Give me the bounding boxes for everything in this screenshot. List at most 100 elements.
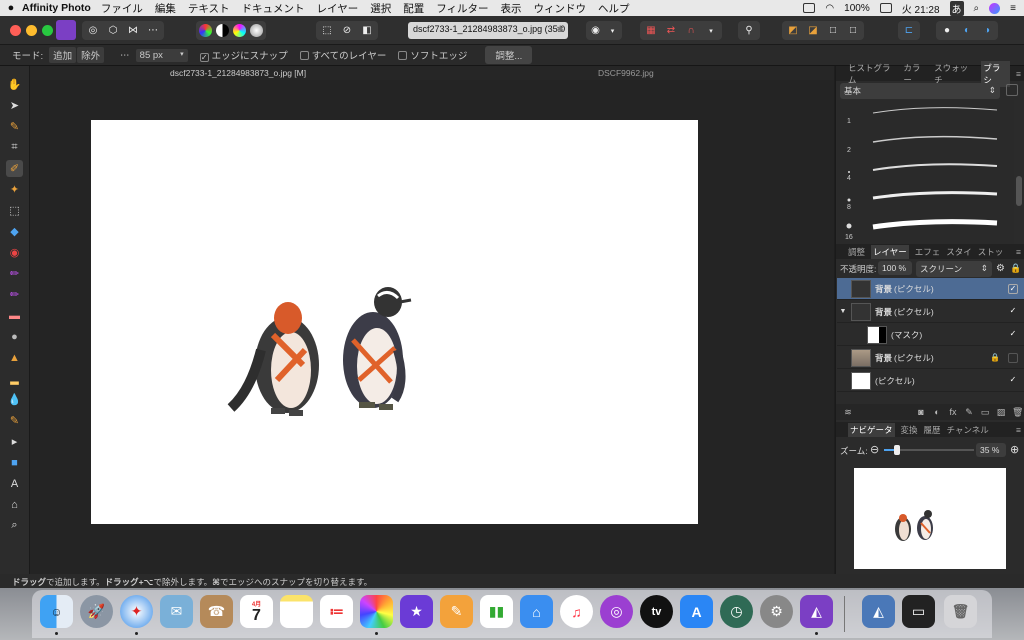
align-icon[interactable]: ⊏	[901, 23, 917, 38]
tone-mapping-persona-icon[interactable]: ⋈	[125, 23, 141, 38]
layer-visibility-checkbox[interactable]: ✓	[1008, 306, 1018, 317]
layer-visibility-checkbox[interactable]	[1008, 352, 1018, 363]
move-to-back-icon[interactable]: ◩	[785, 23, 801, 38]
add-shape-icon[interactable]: ●	[939, 23, 955, 38]
move-to-front-icon[interactable]: □	[845, 23, 861, 38]
flood-select-tool-icon[interactable]: ✦	[6, 181, 23, 198]
subtract-shape-icon[interactable]: ◐	[959, 23, 975, 38]
auto-colors-icon[interactable]	[233, 24, 246, 37]
chevron-down-icon[interactable]: ▾	[606, 23, 619, 38]
red-eye-tool-icon[interactable]: ▂	[6, 370, 23, 387]
add-pixel-layer-icon[interactable]: ▨	[996, 407, 1006, 417]
gradient-tool-icon[interactable]: ◉	[6, 244, 23, 261]
minimize-window-button[interactable]	[26, 25, 37, 36]
input-method[interactable]: あ	[949, 0, 964, 16]
imovie-icon[interactable]: ★	[400, 595, 433, 628]
artistic-text-tool-icon[interactable]: A	[6, 475, 23, 492]
mode-add-button[interactable]: 追加	[49, 47, 77, 63]
auto-levels-icon[interactable]	[199, 24, 212, 37]
move-forward-one-icon[interactable]: □	[825, 23, 841, 38]
brush-icon[interactable]: ✎	[964, 407, 974, 417]
layer-row[interactable]: ▼ 背景 (ピクセル) ✓	[837, 301, 1024, 323]
airplay-icon[interactable]	[803, 3, 816, 13]
layer-visibility-checkbox[interactable]: ✓	[1008, 375, 1018, 386]
mesh-warp-tool-icon[interactable]: ⌂	[6, 496, 23, 513]
wifi-icon[interactable]: ◠	[825, 3, 834, 14]
lock-icon[interactable]: 🔒	[990, 353, 1000, 362]
zoom-slider[interactable]	[884, 445, 974, 455]
selection-brush-tool-icon[interactable]: ✐	[6, 160, 23, 177]
mail-icon[interactable]: ✉	[160, 595, 193, 628]
close-icon[interactable]: ✱	[556, 24, 564, 35]
invert-selection-icon[interactable]: ◧	[359, 23, 375, 38]
affinity-photo-icon[interactable]: ◭	[800, 595, 833, 628]
tab-transform[interactable]: 変換	[901, 424, 918, 436]
photo-persona-icon[interactable]	[56, 20, 76, 40]
link-icon[interactable]: ⇄	[663, 23, 679, 38]
screenshot-stack-icon[interactable]: ▭	[902, 595, 935, 628]
layer-visibility-checkbox[interactable]: ✓	[1008, 329, 1018, 340]
liquify-persona-icon[interactable]: ◎	[85, 23, 101, 38]
apple-tv-icon[interactable]: tv	[640, 595, 673, 628]
trash-icon[interactable]: 🗑	[1012, 407, 1023, 417]
tab-navigator[interactable]: ナビゲータ	[848, 422, 895, 437]
blend-mode-select[interactable]: スクリーン ⇕	[916, 261, 992, 277]
smudge-brush-tool-icon[interactable]: ✎	[6, 412, 23, 429]
brush-list-scrollbar[interactable]	[1016, 176, 1022, 206]
menu-select[interactable]: 選択	[370, 1, 391, 16]
adjustment-icon[interactable]: ◐	[932, 407, 942, 417]
menu-help[interactable]: ヘルプ	[598, 1, 630, 16]
brush-category-select[interactable]: 基本 ⇕	[840, 83, 1000, 99]
document-canvas[interactable]	[91, 120, 698, 524]
panel-menu-icon[interactable]: ≡	[1016, 425, 1024, 435]
tab-styles[interactable]: スタイ	[946, 246, 972, 258]
tab-stock[interactable]: ストッ	[978, 246, 1004, 258]
close-window-button[interactable]	[10, 25, 21, 36]
tab-color[interactable]: カラー	[903, 62, 928, 86]
mode-remove-button[interactable]: 除外	[77, 47, 105, 63]
numbers-icon[interactable]: ▮▮	[480, 595, 513, 628]
rectangle-tool-icon[interactable]: ■	[6, 454, 23, 471]
flood-fill-tool-icon[interactable]: ◆	[6, 223, 23, 240]
menu-layer[interactable]: レイヤー	[317, 1, 359, 16]
system-preferences-icon[interactable]: ⚙	[760, 595, 793, 628]
paint-brush-tool-icon[interactable]: ✏	[6, 265, 23, 282]
blur-brush-tool-icon[interactable]: 💧	[6, 391, 23, 408]
gear-icon[interactable]: ⚙	[996, 263, 1005, 274]
clone-tool-icon[interactable]: ●	[6, 328, 23, 345]
crop-tool-icon[interactable]: ⌗	[6, 139, 23, 156]
move-tool-icon[interactable]: ➤	[6, 97, 23, 114]
disclosure-triangle-icon[interactable]: ▼	[837, 308, 849, 315]
brush-options-button[interactable]	[1006, 84, 1018, 96]
healing-brush-tool-icon[interactable]: ▲	[6, 349, 23, 366]
music-icon[interactable]: ♫	[560, 595, 593, 628]
apple-icon[interactable]: ●	[0, 2, 22, 14]
siri-icon[interactable]	[989, 2, 1001, 14]
tab-effects[interactable]: エフェ	[915, 246, 941, 258]
layer-row[interactable]: (マスク) ✓	[837, 324, 1024, 346]
intersect-shape-icon[interactable]: ◑	[979, 23, 995, 38]
export-persona-icon[interactable]: ⋯	[145, 23, 161, 38]
tab-swatches[interactable]: スウォッチ	[934, 62, 975, 86]
layer-visibility-checkbox[interactable]: ✓	[1008, 283, 1018, 294]
reminders-icon[interactable]: ≔	[320, 595, 353, 628]
safari-icon[interactable]: ✦	[120, 595, 153, 628]
app-menu[interactable]: Affinity Photo	[22, 2, 91, 14]
zoom-tool-icon[interactable]: ⌕	[6, 517, 23, 534]
assistant-icon[interactable]: ⚲	[741, 23, 757, 38]
layer-row[interactable]: 背景 (ピクセル) 🔒	[837, 347, 1024, 369]
layer-row[interactable]: (ピクセル) ✓	[837, 370, 1024, 392]
app-store-icon[interactable]: A	[680, 595, 713, 628]
panel-menu-icon[interactable]: ≡	[1016, 247, 1024, 257]
layers-stack-icon[interactable]: ≋	[843, 407, 853, 417]
menu-edit[interactable]: 編集	[155, 1, 176, 16]
tab-channels[interactable]: チャンネル	[947, 424, 989, 436]
keynote-icon[interactable]: ⌂	[520, 595, 553, 628]
navigator-preview[interactable]	[854, 468, 1006, 569]
contacts-icon[interactable]: ☎	[200, 595, 233, 628]
quick-mask-icon[interactable]: ◉	[589, 23, 602, 38]
lock-icon[interactable]: 🔒	[1010, 263, 1021, 274]
tab-dscf2733[interactable]: dscf2733-1_21284983873_o.jpg [M]	[170, 68, 306, 78]
battery-status[interactable]: 100%	[844, 3, 870, 14]
tab-adjustments[interactable]: 調整	[848, 246, 865, 258]
